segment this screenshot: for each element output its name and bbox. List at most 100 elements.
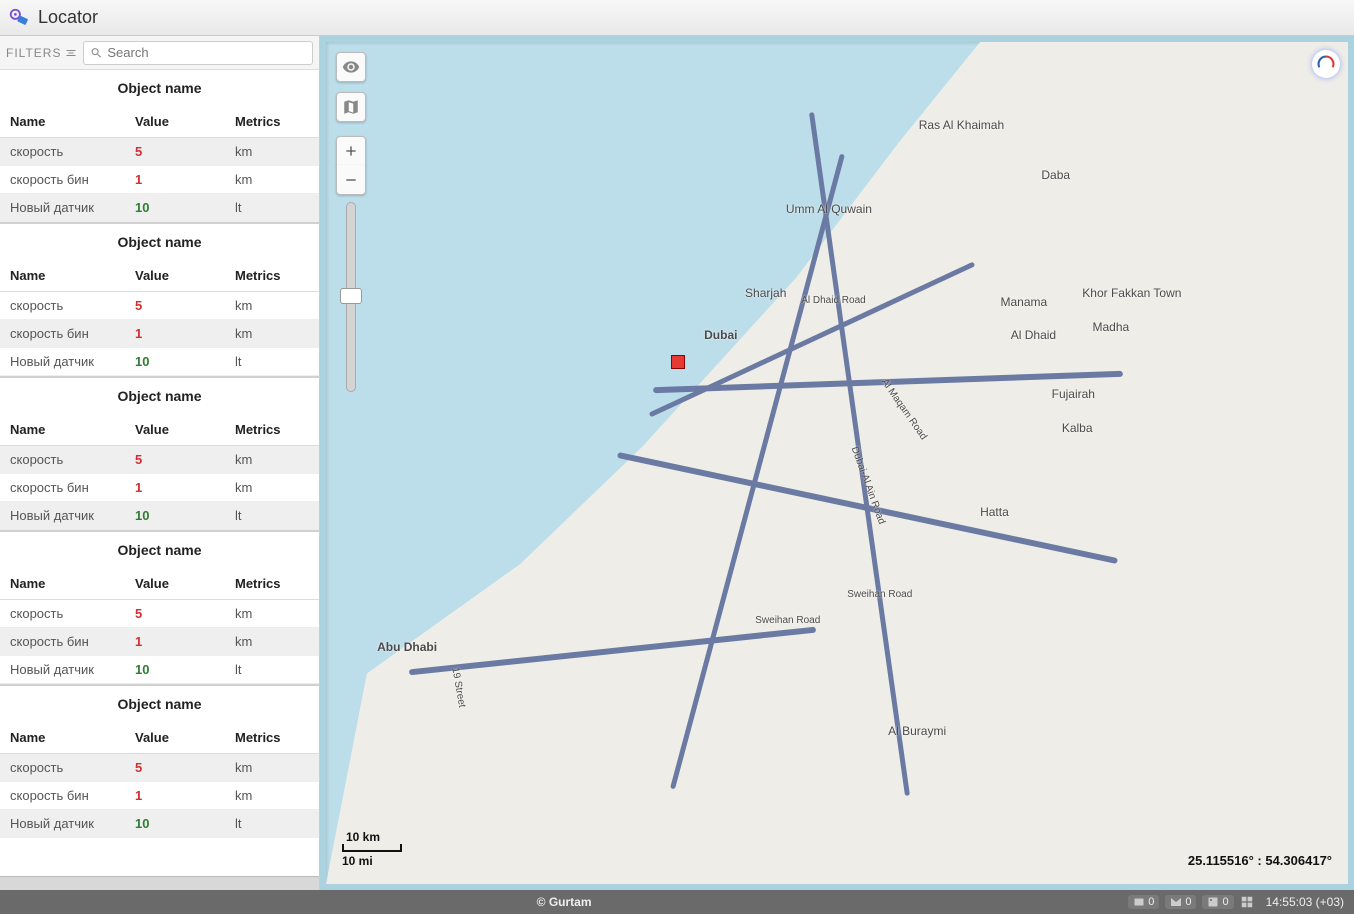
cell-metrics: km — [235, 480, 319, 495]
object-group-title[interactable]: Object name — [0, 530, 319, 568]
col-name: Name — [0, 730, 135, 745]
scale-bar: 10 km 10 mi — [342, 844, 402, 868]
table-row[interactable]: скорость бин1km — [0, 320, 319, 348]
map-city-label: Dubai — [704, 328, 737, 342]
col-metrics: Metrics — [235, 730, 319, 745]
table-row[interactable]: скорость5km — [0, 292, 319, 320]
cell-value: 5 — [135, 452, 235, 467]
col-name: Name — [0, 422, 135, 437]
map-city-label: Sharjah — [745, 286, 786, 300]
table-row[interactable]: Новый датчик10lt — [0, 194, 319, 222]
table-row[interactable]: скорость5km — [0, 600, 319, 628]
map-layers-button[interactable] — [336, 92, 366, 122]
search-icon — [90, 46, 103, 60]
cell-metrics: km — [235, 298, 319, 313]
cell-value: 5 — [135, 298, 235, 313]
cell-name: скорость — [0, 606, 135, 621]
cell-metrics: km — [235, 634, 319, 649]
map-city-label: Abu Dhabi — [377, 640, 437, 654]
table-row[interactable]: Новый датчик10lt — [0, 348, 319, 376]
map-city-label: Hatta — [980, 505, 1009, 519]
cell-metrics: km — [235, 606, 319, 621]
status-count: 0 — [1222, 896, 1228, 908]
cell-name: скорость бин — [0, 326, 135, 341]
zoom-slider-thumb[interactable] — [340, 288, 362, 304]
object-group-title[interactable]: Object name — [0, 70, 319, 106]
cell-value: 10 — [135, 508, 235, 523]
cell-name: скорость бин — [0, 480, 135, 495]
main-area: FILTERS Object nameNameValueMetricsскоро… — [0, 36, 1354, 890]
table-row[interactable]: скорость бин1km — [0, 628, 319, 656]
object-marker[interactable] — [671, 355, 685, 369]
zoom-out-button[interactable] — [336, 165, 366, 195]
cell-name: Новый датчик — [0, 508, 135, 523]
cell-value: 5 — [135, 760, 235, 775]
col-value: Value — [135, 576, 235, 591]
object-group-title[interactable]: Object name — [0, 222, 319, 260]
locator-icon — [8, 7, 30, 29]
col-value: Value — [135, 268, 235, 283]
status-count: 0 — [1185, 896, 1191, 908]
eye-icon — [342, 58, 360, 76]
filters-button[interactable]: FILTERS — [6, 46, 77, 60]
cell-name: Новый датчик — [0, 662, 135, 677]
map-city-label: Fujairah — [1052, 387, 1095, 401]
sidebar: FILTERS Object nameNameValueMetricsскоро… — [0, 36, 320, 890]
table-row[interactable]: Новый датчик10lt — [0, 656, 319, 684]
filters-label: FILTERS — [6, 46, 61, 60]
table-row[interactable]: скорость бин1km — [0, 782, 319, 810]
col-metrics: Metrics — [235, 422, 319, 437]
provider-badge[interactable] — [1312, 50, 1340, 78]
table-row[interactable]: скорость5km — [0, 446, 319, 474]
scale-mi: 10 mi — [342, 854, 402, 868]
cell-value: 1 — [135, 480, 235, 495]
cell-name: Новый датчик — [0, 816, 135, 831]
map-city-label: Manama — [1001, 295, 1048, 309]
status-chip[interactable]: 0 — [1165, 895, 1196, 909]
map-icon — [342, 98, 360, 116]
table-row[interactable]: скорость5km — [0, 754, 319, 782]
visibility-button[interactable] — [336, 52, 366, 82]
cell-value: 10 — [135, 200, 235, 215]
table-row[interactable]: скорость бин1km — [0, 474, 319, 502]
cell-metrics: km — [235, 452, 319, 467]
plus-icon — [343, 143, 359, 159]
table-row[interactable]: Новый датчик10lt — [0, 810, 319, 838]
map-panel: Ras Al KhaimahDabaUmm Al QuwainSharjahAl… — [320, 36, 1354, 890]
status-chip[interactable]: 0 — [1202, 895, 1233, 909]
object-list[interactable]: Object nameNameValueMetricsскорость5kmск… — [0, 70, 319, 876]
col-name: Name — [0, 576, 135, 591]
cell-value: 10 — [135, 816, 235, 831]
cell-name: Новый датчик — [0, 354, 135, 369]
coordinates-readout: 25.115516° : 54.306417° — [1188, 853, 1332, 868]
map-city-label: Al Dhaid Road — [801, 295, 865, 306]
zoom-in-button[interactable] — [336, 136, 366, 166]
status-chip[interactable]: 0 — [1128, 895, 1159, 909]
col-value: Value — [135, 114, 235, 129]
map-city-label: Ras Al Khaimah — [919, 118, 1004, 132]
table-row[interactable]: скорость бин1km — [0, 166, 319, 194]
status-count: 0 — [1148, 896, 1154, 908]
cell-name: скорость — [0, 298, 135, 313]
col-value: Value — [135, 422, 235, 437]
object-group-title[interactable]: Object name — [0, 684, 319, 722]
app-header: Locator — [0, 0, 1354, 36]
object-group-title[interactable]: Object name — [0, 376, 319, 414]
window-icon — [1133, 896, 1145, 908]
cell-name: скорость бин — [0, 788, 135, 803]
map-canvas[interactable]: Ras Al KhaimahDabaUmm Al QuwainSharjahAl… — [326, 42, 1348, 884]
sidebar-footer — [0, 876, 319, 890]
search-box — [83, 41, 313, 65]
search-input[interactable] — [107, 45, 306, 60]
table-row[interactable]: Новый датчик10lt — [0, 502, 319, 530]
col-metrics: Metrics — [235, 268, 319, 283]
cell-name: скорость — [0, 144, 135, 159]
map-city-label: Daba — [1041, 168, 1070, 182]
cell-metrics: lt — [235, 816, 319, 831]
table-row[interactable]: скорость5km — [0, 138, 319, 166]
map-city-label: Sweihan Road — [847, 589, 912, 600]
map-city-label: Al Dhaid — [1011, 328, 1056, 342]
table-header: NameValueMetrics — [0, 414, 319, 446]
cell-name: скорость бин — [0, 172, 135, 187]
grid-icon[interactable] — [1240, 895, 1254, 909]
